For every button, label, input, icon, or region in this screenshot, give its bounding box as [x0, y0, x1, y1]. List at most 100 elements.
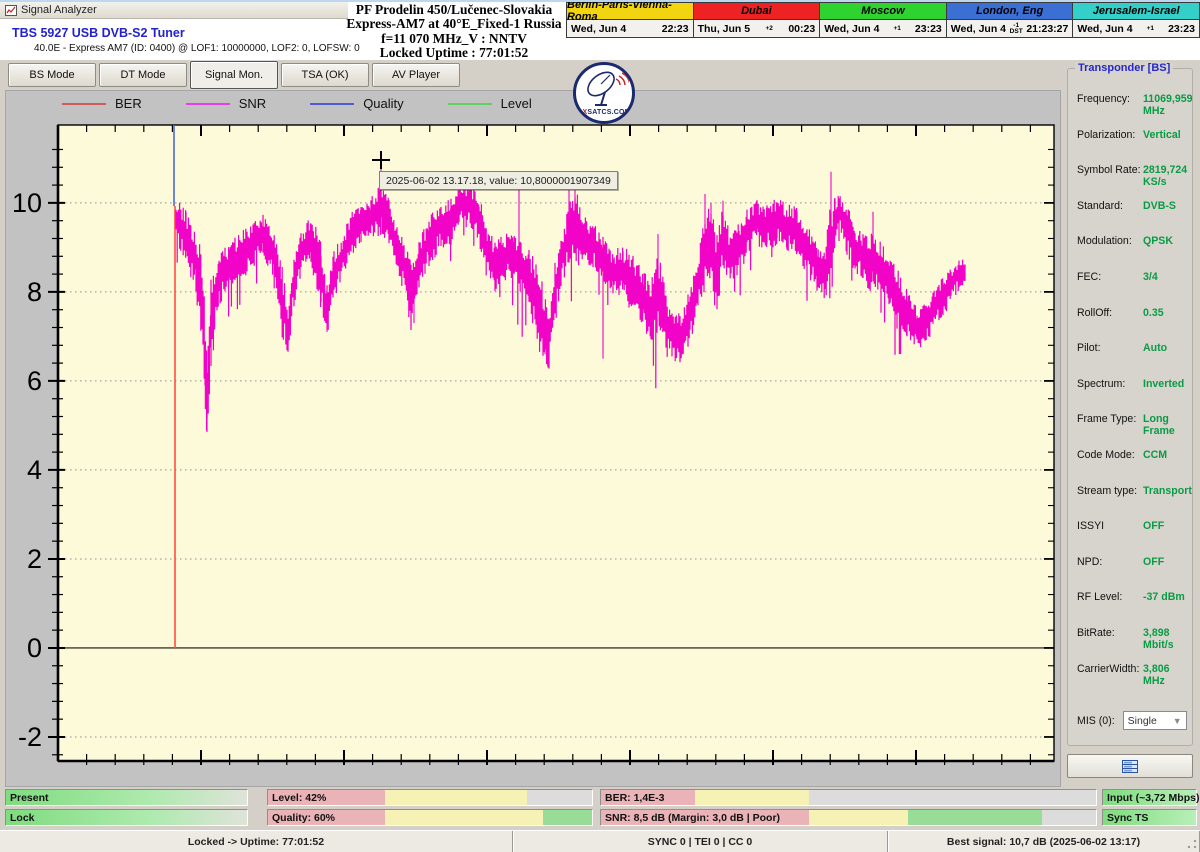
clock-date: Wed, Jun 4	[824, 22, 880, 35]
legend-label: BER	[115, 96, 142, 111]
transponder-row: CarrierWidth: 3,806 MHz	[1077, 663, 1190, 699]
legend-swatch	[185, 102, 230, 105]
transponder-label: FEC:	[1077, 270, 1102, 283]
transponder-label: CarrierWidth:	[1077, 662, 1140, 675]
clock-time-row: Wed, Jun 4 -1 DST 21:23:27	[947, 20, 1073, 37]
transponder-row: Modulation: QPSK	[1077, 235, 1190, 271]
clock-date: Wed, Jun 4	[1077, 22, 1133, 35]
transponder-row: BitRate: 3,898 Mbit/s	[1077, 627, 1190, 663]
transponder-label: NPD:	[1077, 555, 1103, 568]
ber-label: BER: 1,4E-3	[605, 792, 665, 804]
signal-analyzer-window: Signal Analyzer TBS 5927 USB DVB-S2 Tune…	[0, 0, 1200, 852]
tab-signal-mon-[interactable]: Signal Mon.	[190, 61, 278, 89]
mis-dropdown[interactable]: Single ▼	[1122, 711, 1187, 731]
transponder-label: BitRate:	[1077, 626, 1115, 639]
transponder-row: RollOff: 0.35	[1077, 307, 1190, 343]
transponder-label: Modulation:	[1077, 235, 1132, 248]
transponder-label: Code Mode:	[1077, 448, 1135, 461]
status-uptime: Locked -> Uptime: 77:01:52	[0, 831, 513, 852]
legend-item-level: Level	[447, 96, 532, 111]
transponder-value: 11069,959 MHz	[1143, 93, 1193, 117]
legend-item-quality: Quality	[310, 96, 404, 111]
ber-bar: BER: 1,4E-3	[600, 789, 1097, 806]
transponder-row: ISSYI OFF	[1077, 520, 1190, 556]
transponder-row: FEC: 3/4	[1077, 271, 1190, 307]
groupbox-title: Transponder [BS]	[1075, 62, 1174, 74]
transponder-value: DVB-S	[1143, 199, 1176, 212]
transponder-value: Long Frame	[1143, 413, 1175, 438]
clock-jerusalem-israel: Jerusalem-Israel Wed, Jun 4 +1 23:23	[1073, 2, 1200, 38]
transponder-label: Spectrum:	[1077, 377, 1126, 390]
quality-label: Quality: 60%	[272, 812, 336, 824]
transponder-label: Symbol Rate:	[1077, 164, 1141, 177]
app-icon	[5, 4, 17, 16]
transponder-label: Pilot:	[1077, 342, 1101, 355]
transponder-label: Frame Type:	[1077, 413, 1137, 426]
chart-legend: BER SNR Quality Level	[62, 96, 576, 111]
clock-berlin-paris-vienna-roma: Berlin-Paris-Vienna-Roma Wed, Jun 4 22:23	[566, 2, 694, 38]
transponder-value: Inverted	[1143, 377, 1185, 390]
transponder-row: Pilot: Auto	[1077, 342, 1190, 378]
status-bar: Locked -> Uptime: 77:01:52 SYNC 0 | TEI …	[0, 830, 1200, 852]
transponder-value: 0.35	[1143, 306, 1164, 319]
lock-indicator: Lock	[5, 809, 248, 826]
mode-tabbar: BS Mode DT Mode Signal Mon. TSA (OK) AV Play…	[0, 60, 1062, 90]
svg-text:2: 2	[27, 544, 42, 574]
dxsatcs-logo: DXSATCS.COM	[573, 62, 635, 124]
window-title: Signal Analyzer	[21, 4, 97, 16]
transponder-label: RollOff:	[1077, 306, 1113, 319]
lock-label: Lock	[10, 812, 35, 824]
transponder-label: Standard:	[1077, 199, 1123, 212]
table-icon	[1122, 759, 1138, 773]
tab-tsa-ok-[interactable]: TSA (OK)	[281, 63, 369, 87]
sync-ts-label: Sync TS	[1107, 812, 1149, 824]
legend-swatch	[310, 102, 355, 105]
tab-av-player[interactable]: AV Player	[372, 63, 460, 87]
legend-item-ber: BER	[62, 96, 142, 111]
clock-utc-offset: +2	[765, 24, 773, 32]
transponder-rows: Frequency: 11069,959 MHz Polarization: Vert…	[1077, 93, 1193, 731]
legend-label: Quality	[363, 96, 404, 111]
clock-time-row: Thu, Jun 5 +2 00:23	[694, 20, 820, 37]
clock-utc-offset: -1 DST	[1009, 21, 1023, 35]
ts-table-button[interactable]	[1067, 754, 1193, 778]
transponder-label: Stream type:	[1077, 484, 1138, 497]
present-label: Present	[10, 792, 49, 804]
transponder-value: Auto	[1143, 342, 1168, 355]
transponder-row: Polarization: Vertical	[1077, 129, 1190, 165]
svg-text:6: 6	[27, 366, 42, 396]
clock-city-label: Jerusalem-Israel	[1073, 3, 1199, 20]
transponder-value: 3,806 MHz	[1143, 662, 1170, 687]
transponder-row: Frequency: 11069,959 MHz	[1077, 93, 1193, 129]
input-indicator: Input (~3,72 Mbps)	[1102, 789, 1199, 806]
transponder-label: ISSYI	[1077, 520, 1105, 533]
snr-bar: SNR: 8,5 dB (Margin: 3,0 dB | Poor)	[600, 809, 1097, 826]
transponder-value: OFF	[1143, 555, 1165, 568]
indicator-row-2: Lock Quality: 60% SNR: 8,5 dB (Margin: 3…	[0, 808, 1200, 827]
clock-city-label: Berlin-Paris-Vienna-Roma	[567, 2, 693, 23]
mis-selected-value: Single	[1127, 714, 1157, 727]
station-line-4: Locked Uptime : 77:01:52	[379, 45, 529, 61]
transponder-row: Symbol Rate: 2819,724 KS/s	[1077, 164, 1190, 200]
chart-tooltip: 2025-06-02 13.17.18, value: 10,800000190…	[379, 171, 618, 190]
top-band: Signal Analyzer TBS 5927 USB DVB-S2 Tune…	[0, 2, 1200, 60]
clock-date: Wed, Jun 4	[950, 22, 1007, 35]
clock-time: 00:23	[788, 22, 816, 35]
transponder-value: Transport	[1143, 484, 1192, 497]
mis-label: MIS (0):	[1077, 714, 1115, 727]
resize-grip[interactable]	[1186, 838, 1198, 850]
svg-text:8: 8	[27, 277, 42, 307]
legend-item-snr: SNR	[185, 96, 267, 111]
station-line-3: f=11 070 MHz_V : NNTV	[381, 30, 527, 46]
transponder-row: Frame Type: Long Frame	[1077, 413, 1190, 449]
legend-label: SNR	[238, 96, 267, 111]
station-line-1: PF Prodelin 450/Lučenec-Slovakia	[355, 2, 553, 17]
legend-swatch	[447, 102, 492, 105]
world-clocks: Berlin-Paris-Vienna-Roma Wed, Jun 4 22:23 D…	[566, 2, 1200, 38]
transponder-value: QPSK	[1143, 235, 1174, 248]
snr-chart[interactable]: 10 8 6 4 2 0 -2	[6, 111, 1062, 781]
clock-utc-offset: +1	[893, 24, 901, 32]
tab-bs-mode[interactable]: BS Mode	[8, 63, 96, 87]
tab-dt-mode[interactable]: DT Mode	[99, 63, 187, 87]
clock-time: 21:23:27	[1026, 22, 1069, 35]
